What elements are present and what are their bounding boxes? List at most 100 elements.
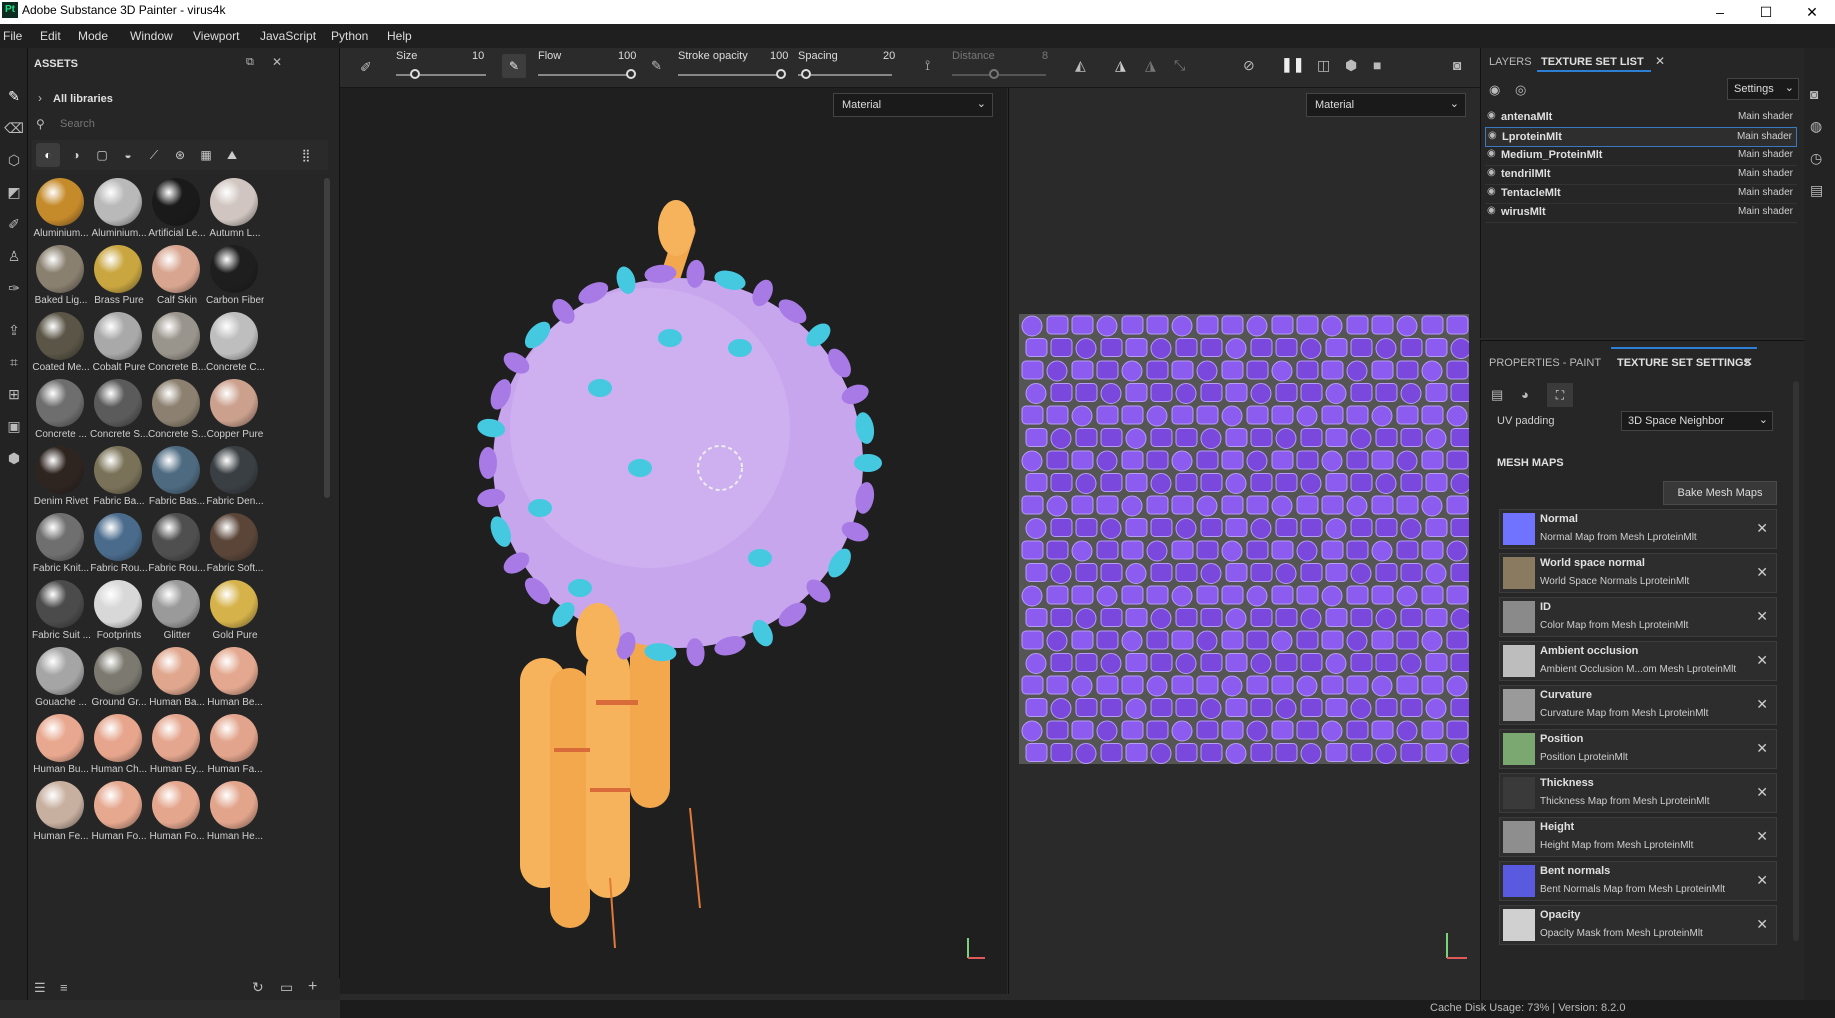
mesh-map-item[interactable]: World space normal World Space Normals Lp… bbox=[1499, 553, 1777, 593]
spacing-knob[interactable] bbox=[801, 69, 811, 79]
distance-slider[interactable] bbox=[952, 74, 1046, 76]
remove-map-icon[interactable]: ✕ bbox=[1756, 520, 1768, 537]
eraser-icon[interactable]: ⌫ bbox=[4, 118, 24, 138]
menu-file[interactable]: File bbox=[3, 29, 22, 43]
remove-map-icon[interactable]: ✕ bbox=[1756, 828, 1768, 845]
mesh-map-item[interactable]: Normal Normal Map from Mesh LproteinMlt ✕ bbox=[1499, 509, 1777, 549]
menu-help[interactable]: Help bbox=[387, 29, 412, 43]
bake-icon[interactable]: ⇪ bbox=[4, 320, 24, 340]
settings-dropdown[interactable]: Settings ⌄ bbox=[1727, 78, 1799, 100]
menu-javascript[interactable]: JavaScript bbox=[260, 29, 316, 43]
material-icon[interactable]: ◕ bbox=[1521, 387, 1529, 402]
menu-edit[interactable]: Edit bbox=[40, 29, 61, 43]
bake-mesh-maps-button[interactable]: Bake Mesh Maps bbox=[1663, 481, 1777, 505]
texture-set-row[interactable]: ◉ antenaMlt Main shader bbox=[1485, 108, 1797, 128]
menu-viewport[interactable]: Viewport bbox=[193, 29, 239, 43]
mesh-map-item[interactable]: Ambient occlusion Ambient Occlusion M...o… bbox=[1499, 641, 1777, 681]
eye-icon[interactable]: ◉ bbox=[1487, 110, 1496, 121]
mesh-map-item[interactable]: Thickness Thickness Map from Mesh Lprotei… bbox=[1499, 773, 1777, 813]
tab-layers[interactable]: LAYERS bbox=[1489, 56, 1532, 68]
eye-icon[interactable]: ◉ bbox=[1487, 186, 1496, 197]
symmetry-icon[interactable]: ◭ bbox=[1075, 57, 1086, 74]
log-icon[interactable]: ▤ bbox=[1810, 182, 1823, 199]
flow-value[interactable]: 100 bbox=[618, 50, 636, 62]
pause-icon[interactable]: ❚❚ bbox=[1281, 56, 1304, 73]
search-input[interactable] bbox=[54, 114, 324, 134]
menu-python[interactable]: Python bbox=[331, 29, 368, 43]
projection-icon[interactable]: ⬡ bbox=[4, 150, 24, 170]
lazy-mouse-icon[interactable]: ⟟ bbox=[925, 57, 930, 74]
3d-viewport[interactable]: Material ⌄ bbox=[340, 88, 1007, 994]
maximize-button[interactable]: ☐ bbox=[1743, 0, 1789, 24]
mirror-icon[interactable]: ◮ bbox=[1115, 57, 1126, 74]
screenshot-icon[interactable]: ◙ bbox=[1453, 57, 1461, 73]
minimize-button[interactable]: – bbox=[1697, 0, 1743, 24]
split-view-icon[interactable]: ◫ bbox=[1317, 57, 1330, 74]
new-library-icon[interactable]: ▭ bbox=[280, 979, 293, 996]
eye-icon[interactable]: ◉ bbox=[1487, 148, 1496, 159]
visibility-toggle-icon[interactable]: ◉ bbox=[1489, 82, 1500, 98]
remove-map-icon[interactable]: ✕ bbox=[1756, 652, 1768, 669]
shader-name[interactable]: Main shader bbox=[1738, 168, 1793, 179]
clone-icon[interactable]: ♙ bbox=[4, 246, 24, 266]
mesh-map-item[interactable]: Curvature Curvature Map from Mesh Lprotei… bbox=[1499, 685, 1777, 725]
eye-icon[interactable]: ◉ bbox=[1487, 167, 1496, 178]
flow-slider-knob[interactable] bbox=[626, 69, 636, 79]
assets-scrollbar[interactable] bbox=[324, 178, 330, 498]
add-icon[interactable]: + bbox=[308, 978, 317, 996]
stroke-opacity-slider[interactable] bbox=[678, 74, 782, 76]
filter-list-icon[interactable]: ☰ bbox=[34, 980, 46, 996]
remove-map-icon[interactable]: ✕ bbox=[1756, 608, 1768, 625]
mirror-off-icon[interactable]: ◮ bbox=[1145, 57, 1156, 74]
measure-icon[interactable]: ⊞ bbox=[4, 384, 24, 404]
spacing-value[interactable]: 20 bbox=[883, 50, 895, 62]
share-icon[interactable]: ⬢ bbox=[4, 448, 24, 468]
spacing-slider[interactable] bbox=[798, 74, 892, 76]
refresh-icon[interactable]: ↻ bbox=[252, 979, 264, 996]
texture-set-row[interactable]: ◉ TentacleMlt Main shader bbox=[1485, 184, 1797, 204]
texture-set-row[interactable]: ◉ tendrilMlt Main shader bbox=[1485, 165, 1797, 185]
brushes-filter-icon[interactable]: ⟋ bbox=[142, 143, 166, 167]
generators-filter-icon[interactable]: ◒ bbox=[116, 143, 140, 167]
shader-name[interactable]: Main shader bbox=[1737, 131, 1792, 142]
brush-preset-icon[interactable]: ✐ bbox=[360, 59, 372, 76]
remove-map-icon[interactable]: ✕ bbox=[1756, 564, 1768, 581]
shader-name[interactable]: Main shader bbox=[1738, 149, 1793, 160]
close-panel-icon[interactable]: ✕ bbox=[272, 55, 282, 69]
environments-filter-icon[interactable]: ⛰ bbox=[220, 143, 244, 167]
polygon-fill-icon[interactable]: ◩ bbox=[4, 182, 24, 202]
undock-icon[interactable]: ⧉ bbox=[246, 56, 254, 69]
remove-map-icon[interactable]: ✕ bbox=[1756, 740, 1768, 757]
asset-item[interactable]: Human Fo... bbox=[148, 781, 206, 859]
mesh-map-item[interactable]: ID Color Map from Mesh LproteinMlt ✕ bbox=[1499, 597, 1777, 637]
distance-value[interactable]: 8 bbox=[1042, 50, 1048, 62]
remove-map-icon[interactable]: ✕ bbox=[1756, 872, 1768, 889]
particles-filter-icon[interactable]: ⊛ bbox=[168, 143, 192, 167]
shader-settings-icon[interactable]: ◍ bbox=[1810, 118, 1822, 135]
eye-icon[interactable]: ◉ bbox=[1487, 205, 1496, 216]
2d-viewport[interactable]: Material ⌄ bbox=[1008, 88, 1480, 994]
textures-filter-icon[interactable]: ▦ bbox=[194, 143, 218, 167]
shader-name[interactable]: Main shader bbox=[1738, 187, 1793, 198]
chevron-right-icon[interactable]: › bbox=[38, 91, 42, 105]
opacity-pressure-icon[interactable]: ✎ bbox=[651, 58, 662, 74]
stroke-opacity-knob[interactable] bbox=[776, 69, 786, 79]
distance-knob[interactable] bbox=[989, 69, 999, 79]
geometry-mask-icon[interactable]: ⌗ bbox=[4, 352, 24, 372]
eye-icon[interactable]: ◎ bbox=[1515, 82, 1526, 98]
texture-set-icon[interactable]: ▤ bbox=[1491, 387, 1503, 403]
close-button[interactable]: ✕ bbox=[1789, 0, 1835, 24]
all-libraries-label[interactable]: All libraries bbox=[53, 93, 113, 105]
transform-icon[interactable]: ⤡ bbox=[1174, 57, 1185, 74]
size-slider-knob[interactable] bbox=[410, 69, 420, 79]
stroke-opacity-value[interactable]: 100 bbox=[770, 50, 788, 62]
uv-padding-dropdown[interactable]: 3D Space Neighbor ⌄ bbox=[1621, 411, 1773, 431]
3d-view-icon[interactable]: ⬢ bbox=[1345, 57, 1357, 74]
remove-map-icon[interactable]: ✕ bbox=[1756, 784, 1768, 801]
sort-icon[interactable]: ≡ bbox=[60, 980, 68, 995]
mesh-map-item[interactable]: Bent normals Bent Normals Map from Mesh L… bbox=[1499, 861, 1777, 901]
export-icon[interactable]: ▣ bbox=[4, 416, 24, 436]
texture-set-row[interactable]: ◉ LproteinMlt Main shader bbox=[1485, 127, 1797, 147]
asset-item[interactable]: Human Fo... bbox=[90, 781, 148, 859]
mesh-map-item[interactable]: Opacity Opacity Mask from Mesh LproteinMl… bbox=[1499, 905, 1777, 945]
